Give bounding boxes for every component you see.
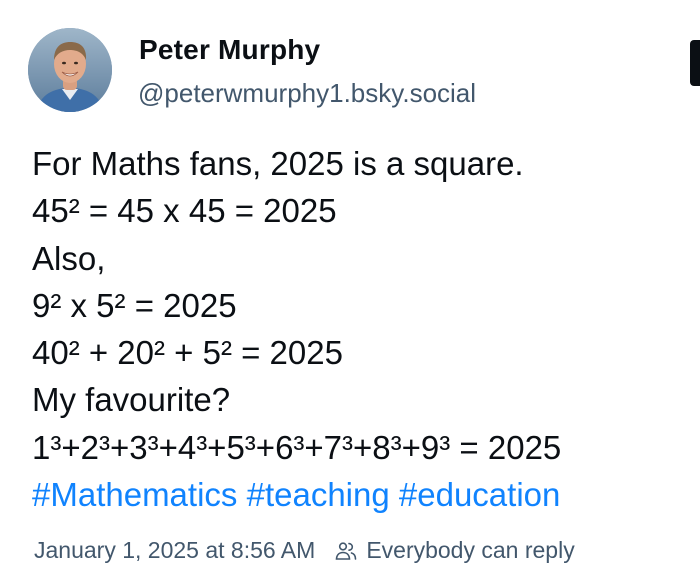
post-line: For Maths fans, 2025 is a square. [32,145,524,182]
post-line: 9² x 5² = 2025 [32,286,237,324]
post-timestamp[interactable]: January 1, 2025 at 8:56 AM [34,537,315,564]
reply-setting[interactable]: Everybody can reply [366,537,574,564]
author-avatar[interactable] [28,28,112,112]
author-display-name[interactable]: Peter Murphy [139,34,320,66]
post-line: My favourite? [32,381,231,419]
hashtag-education[interactable]: #education [399,476,560,513]
people-icon [334,539,358,563]
author-handle[interactable]: @peterwmurphy1.bsky.social [138,78,476,109]
hashtag-line: #Mathematics #teaching #education [32,471,700,518]
user-avatar-icon [28,28,112,112]
hashtag-teaching[interactable]: #teaching [247,476,390,513]
post-line: 45² = 45 x 45 = 2025 [32,192,337,230]
post-line: Also, [32,239,106,277]
scrollbar-thumb[interactable] [690,40,700,86]
post-line: 1³+2³+3³+4³+5³+6³+7³+8³+9³ = 2025 [32,428,562,466]
post-text: For Maths fans, 2025 is a square. 45² = … [32,140,700,518]
post-meta: January 1, 2025 at 8:56 AM Everybody can… [34,537,575,564]
post-line: 40² + 20² + 5² = 2025 [32,334,343,372]
hashtag-mathematics[interactable]: #Mathematics [32,476,237,513]
post-card: Peter Murphy @peterwmurphy1.bsky.social … [0,0,700,579]
